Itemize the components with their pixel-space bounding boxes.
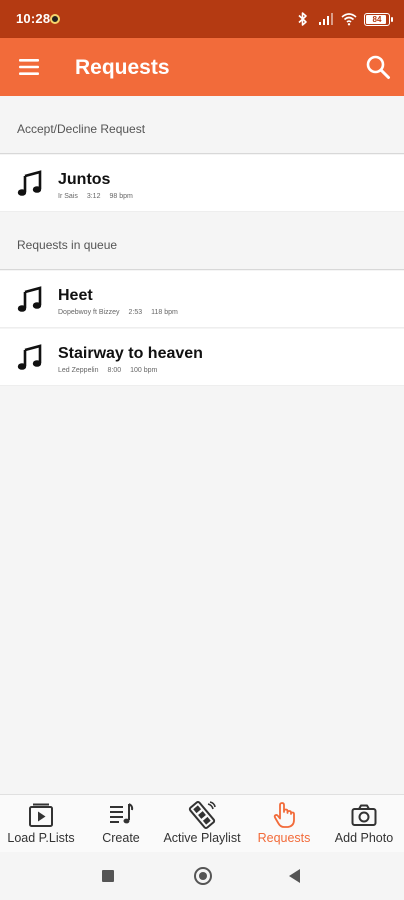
request-row-queue-0[interactable]: Heet Dopebwoy ft Bizzey 2:53 118 bpm [0,271,404,328]
song-duration: 3:12 [86,193,101,200]
app-bar: Requests [0,38,404,96]
nav-requests[interactable]: Requests [244,795,324,853]
nav-label: Active Playlist [163,831,241,845]
music-note-icon [17,344,42,370]
song-artist: Dopebwoy ft Bizzey [58,309,120,316]
notification-icon [50,14,60,24]
create-playlist-icon [110,803,134,824]
nav-label: Load P.Lists [7,831,75,845]
music-note-icon [17,286,42,312]
bottom-nav: Load P.Lists Create Active Playlist Requ… [0,794,404,852]
song-bpm: 118 bpm [151,309,178,316]
home-button[interactable] [194,867,212,885]
status-time: 10:28 [16,11,51,26]
search-icon[interactable] [365,54,391,80]
song-title: Stairway to heaven [58,345,203,362]
system-nav-bar [0,852,404,900]
recents-button[interactable] [102,870,114,882]
song-meta: Dopebwoy ft Bizzey 2:53 118 bpm [58,309,178,316]
section-label: Requests in queue [17,238,118,252]
section-header-queue: Requests in queue [0,212,404,270]
song-meta: Led Zeppelin 8:00 100 bpm [58,367,157,374]
song-bpm: 100 bpm [130,367,158,374]
song-title: Heet [58,287,93,304]
battery-icon: 84 [364,12,393,26]
camera-icon [351,804,377,826]
request-row-pending-0[interactable]: Juntos Ir Sais 3:12 98 bpm [0,155,404,212]
song-title: Juntos [58,171,111,188]
nav-load-playlists[interactable]: Load P.Lists [0,795,82,853]
nav-create[interactable]: Create [82,795,160,853]
nav-label: Create [102,831,140,845]
section-header-pending: Accept/Decline Request [0,96,404,154]
nav-add-photo[interactable]: Add Photo [324,795,404,853]
signal-icon [319,13,333,25]
menu-icon[interactable] [17,56,41,78]
song-duration: 8:00 [107,367,122,374]
hand-tap-icon [273,802,295,828]
music-note-icon [17,170,42,196]
request-row-queue-1[interactable]: Stairway to heaven Led Zeppelin 8:00 100… [0,329,404,386]
song-artist: Led Zeppelin [58,367,99,374]
battery-label: 84 [372,14,382,24]
playlist-play-icon [29,803,53,827]
film-reel-icon [188,801,216,829]
nav-label: Add Photo [334,831,394,845]
status-bar: 10:28 84 [0,0,404,38]
section-label: Accept/Decline Request [17,122,146,136]
back-button[interactable] [289,869,300,883]
nav-label: Requests [257,831,311,845]
wifi-icon [341,13,357,26]
song-artist: Ir Sais [58,193,78,200]
song-bpm: 98 bpm [109,193,133,200]
bluetooth-icon [298,12,307,26]
nav-active-playlist[interactable]: Active Playlist [160,795,244,853]
song-duration: 2:53 [128,309,143,316]
status-icons: 84 [295,10,393,28]
page-title: Requests [75,56,170,79]
song-meta: Ir Sais 3:12 98 bpm [58,193,133,200]
